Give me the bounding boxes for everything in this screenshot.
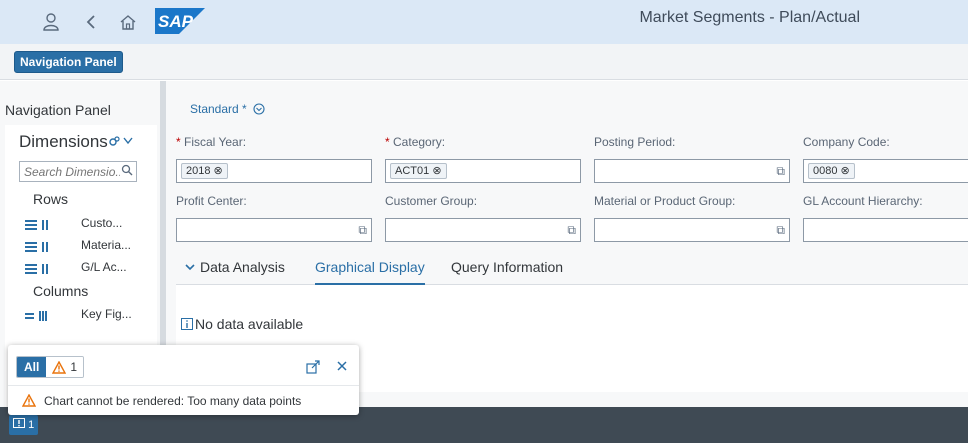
no-data-text: No data available (195, 316, 304, 332)
row-dimension-label: Materia... (81, 238, 132, 252)
row-dimension-icon (25, 242, 48, 252)
value-help-icon[interactable]: ⧉ (358, 223, 367, 238)
columns-section-label: Columns (33, 283, 89, 299)
warning-icon (22, 394, 36, 407)
close-icon[interactable] (336, 360, 348, 375)
chevron-down-icon (185, 264, 195, 271)
no-data-message: No data available (181, 316, 303, 332)
message-popover: All 1 Chart cannot be rendered: Too many… (8, 345, 359, 415)
home-icon[interactable] (115, 9, 141, 35)
category-field[interactable]: ACT01 ⊗ (385, 159, 581, 183)
value-help-icon[interactable]: ⧉ (776, 223, 785, 238)
category-token-text: ACT01 (395, 165, 430, 177)
row-dimension-label: Custo... (81, 216, 123, 230)
value-help-icon[interactable]: ⧉ (776, 164, 785, 179)
profit-center-field[interactable]: ⧉ (176, 218, 372, 242)
fiscal-year-field[interactable]: 2018 ⊗ (176, 159, 372, 183)
user-icon[interactable] (38, 9, 64, 35)
customer-group-field[interactable]: ⧉ (385, 218, 581, 242)
row-dimension-label: G/L Ac... (81, 260, 127, 274)
posting-period-label: Posting Period: (594, 135, 676, 149)
customer-group-label: Customer Group: (385, 194, 478, 208)
column-dimension-icon (25, 311, 47, 321)
posting-period-field[interactable]: ⧉ (594, 159, 790, 183)
dimension-search-field[interactable] (19, 161, 137, 182)
dimensions-label: Dimensions (19, 132, 108, 151)
page-title: Market Segments - Plan/Actual (639, 9, 860, 26)
search-icon[interactable] (121, 164, 133, 179)
warning-icon (52, 360, 67, 374)
row-dimension-icon (25, 264, 48, 274)
message-icon (13, 418, 25, 428)
material-group-field[interactable]: ⧉ (594, 218, 790, 242)
back-icon[interactable] (78, 9, 104, 35)
company-code-token[interactable]: 0080 ⊗ (808, 163, 855, 179)
fiscal-year-token[interactable]: 2018 ⊗ (181, 163, 228, 179)
row-dimension-item[interactable]: G/L Ac... (25, 260, 150, 278)
fiscal-year-label: * Fiscal Year: (176, 135, 247, 149)
navigation-panel-button[interactable]: Navigation Panel (14, 51, 123, 73)
row-dimension-icon (25, 220, 48, 230)
filter-all-button[interactable]: All (17, 357, 47, 377)
tab-data-analysis-label: Data Analysis (200, 259, 285, 275)
material-group-label: Material or Product Group: (594, 194, 736, 208)
dimension-settings-icon[interactable] (108, 135, 134, 150)
category-label-text: Category: (393, 135, 446, 149)
company-code-field[interactable]: 0080 ⊗ (803, 159, 968, 183)
column-dimension-label: Key Fig... (81, 307, 132, 321)
row-dimension-item[interactable]: Materia... (25, 238, 150, 256)
variant-selector[interactable]: Standard * (190, 102, 265, 116)
gl-account-hierarchy-field[interactable] (803, 218, 968, 242)
tab-query-information[interactable]: Query Information (451, 259, 563, 285)
toolbar: Navigation Panel (0, 44, 968, 80)
remove-token-icon[interactable]: ⊗ (432, 165, 441, 177)
remove-token-icon[interactable]: ⊗ (214, 165, 223, 177)
navigation-panel-title: Navigation Panel (5, 102, 111, 118)
message-count: 1 (28, 419, 35, 431)
warning-count: 1 (70, 360, 78, 374)
category-token[interactable]: ACT01 ⊗ (390, 163, 447, 179)
gl-account-hierarchy-label: GL Account Hierarchy: (803, 194, 923, 208)
tab-graphical-display[interactable]: Graphical Display (315, 259, 425, 285)
value-help-icon[interactable]: ⧉ (567, 223, 576, 238)
info-icon (181, 318, 193, 330)
row-dimension-item[interactable]: Custo... (25, 216, 150, 234)
column-dimension-item[interactable]: Key Fig... (25, 307, 150, 325)
open-in-new-icon[interactable] (306, 360, 320, 377)
company-code-token-text: 0080 (813, 165, 838, 177)
message-filter-segmented: All 1 (16, 356, 85, 378)
fiscal-year-token-text: 2018 (186, 165, 211, 177)
message-popover-button[interactable]: 1 (9, 415, 39, 435)
rows-section-label: Rows (33, 191, 69, 207)
sap-logo-text: SAP (158, 12, 193, 31)
chevron-down-icon (253, 103, 265, 115)
company-code-label: Company Code: (803, 135, 890, 149)
variant-label: Standard * (190, 102, 247, 116)
message-text: Chart cannot be rendered: Too many data … (44, 394, 302, 408)
message-item[interactable]: Chart cannot be rendered: Too many data … (8, 385, 359, 415)
tab-data-analysis[interactable]: Data Analysis (184, 259, 285, 285)
sap-logo[interactable]: SAP (155, 8, 205, 34)
dimension-search-input[interactable] (24, 164, 120, 180)
fiscal-year-label-text: Fiscal Year: (184, 135, 247, 149)
shell-header: SAP Market Segments - Plan/Actual (0, 0, 968, 44)
tab-bar: Data Analysis Graphical Display Query In… (176, 259, 968, 285)
category-label: * Category: (385, 135, 446, 149)
remove-token-icon[interactable]: ⊗ (841, 165, 850, 177)
profit-center-label: Profit Center: (176, 194, 247, 208)
filter-warning-button[interactable]: 1 (46, 357, 84, 377)
